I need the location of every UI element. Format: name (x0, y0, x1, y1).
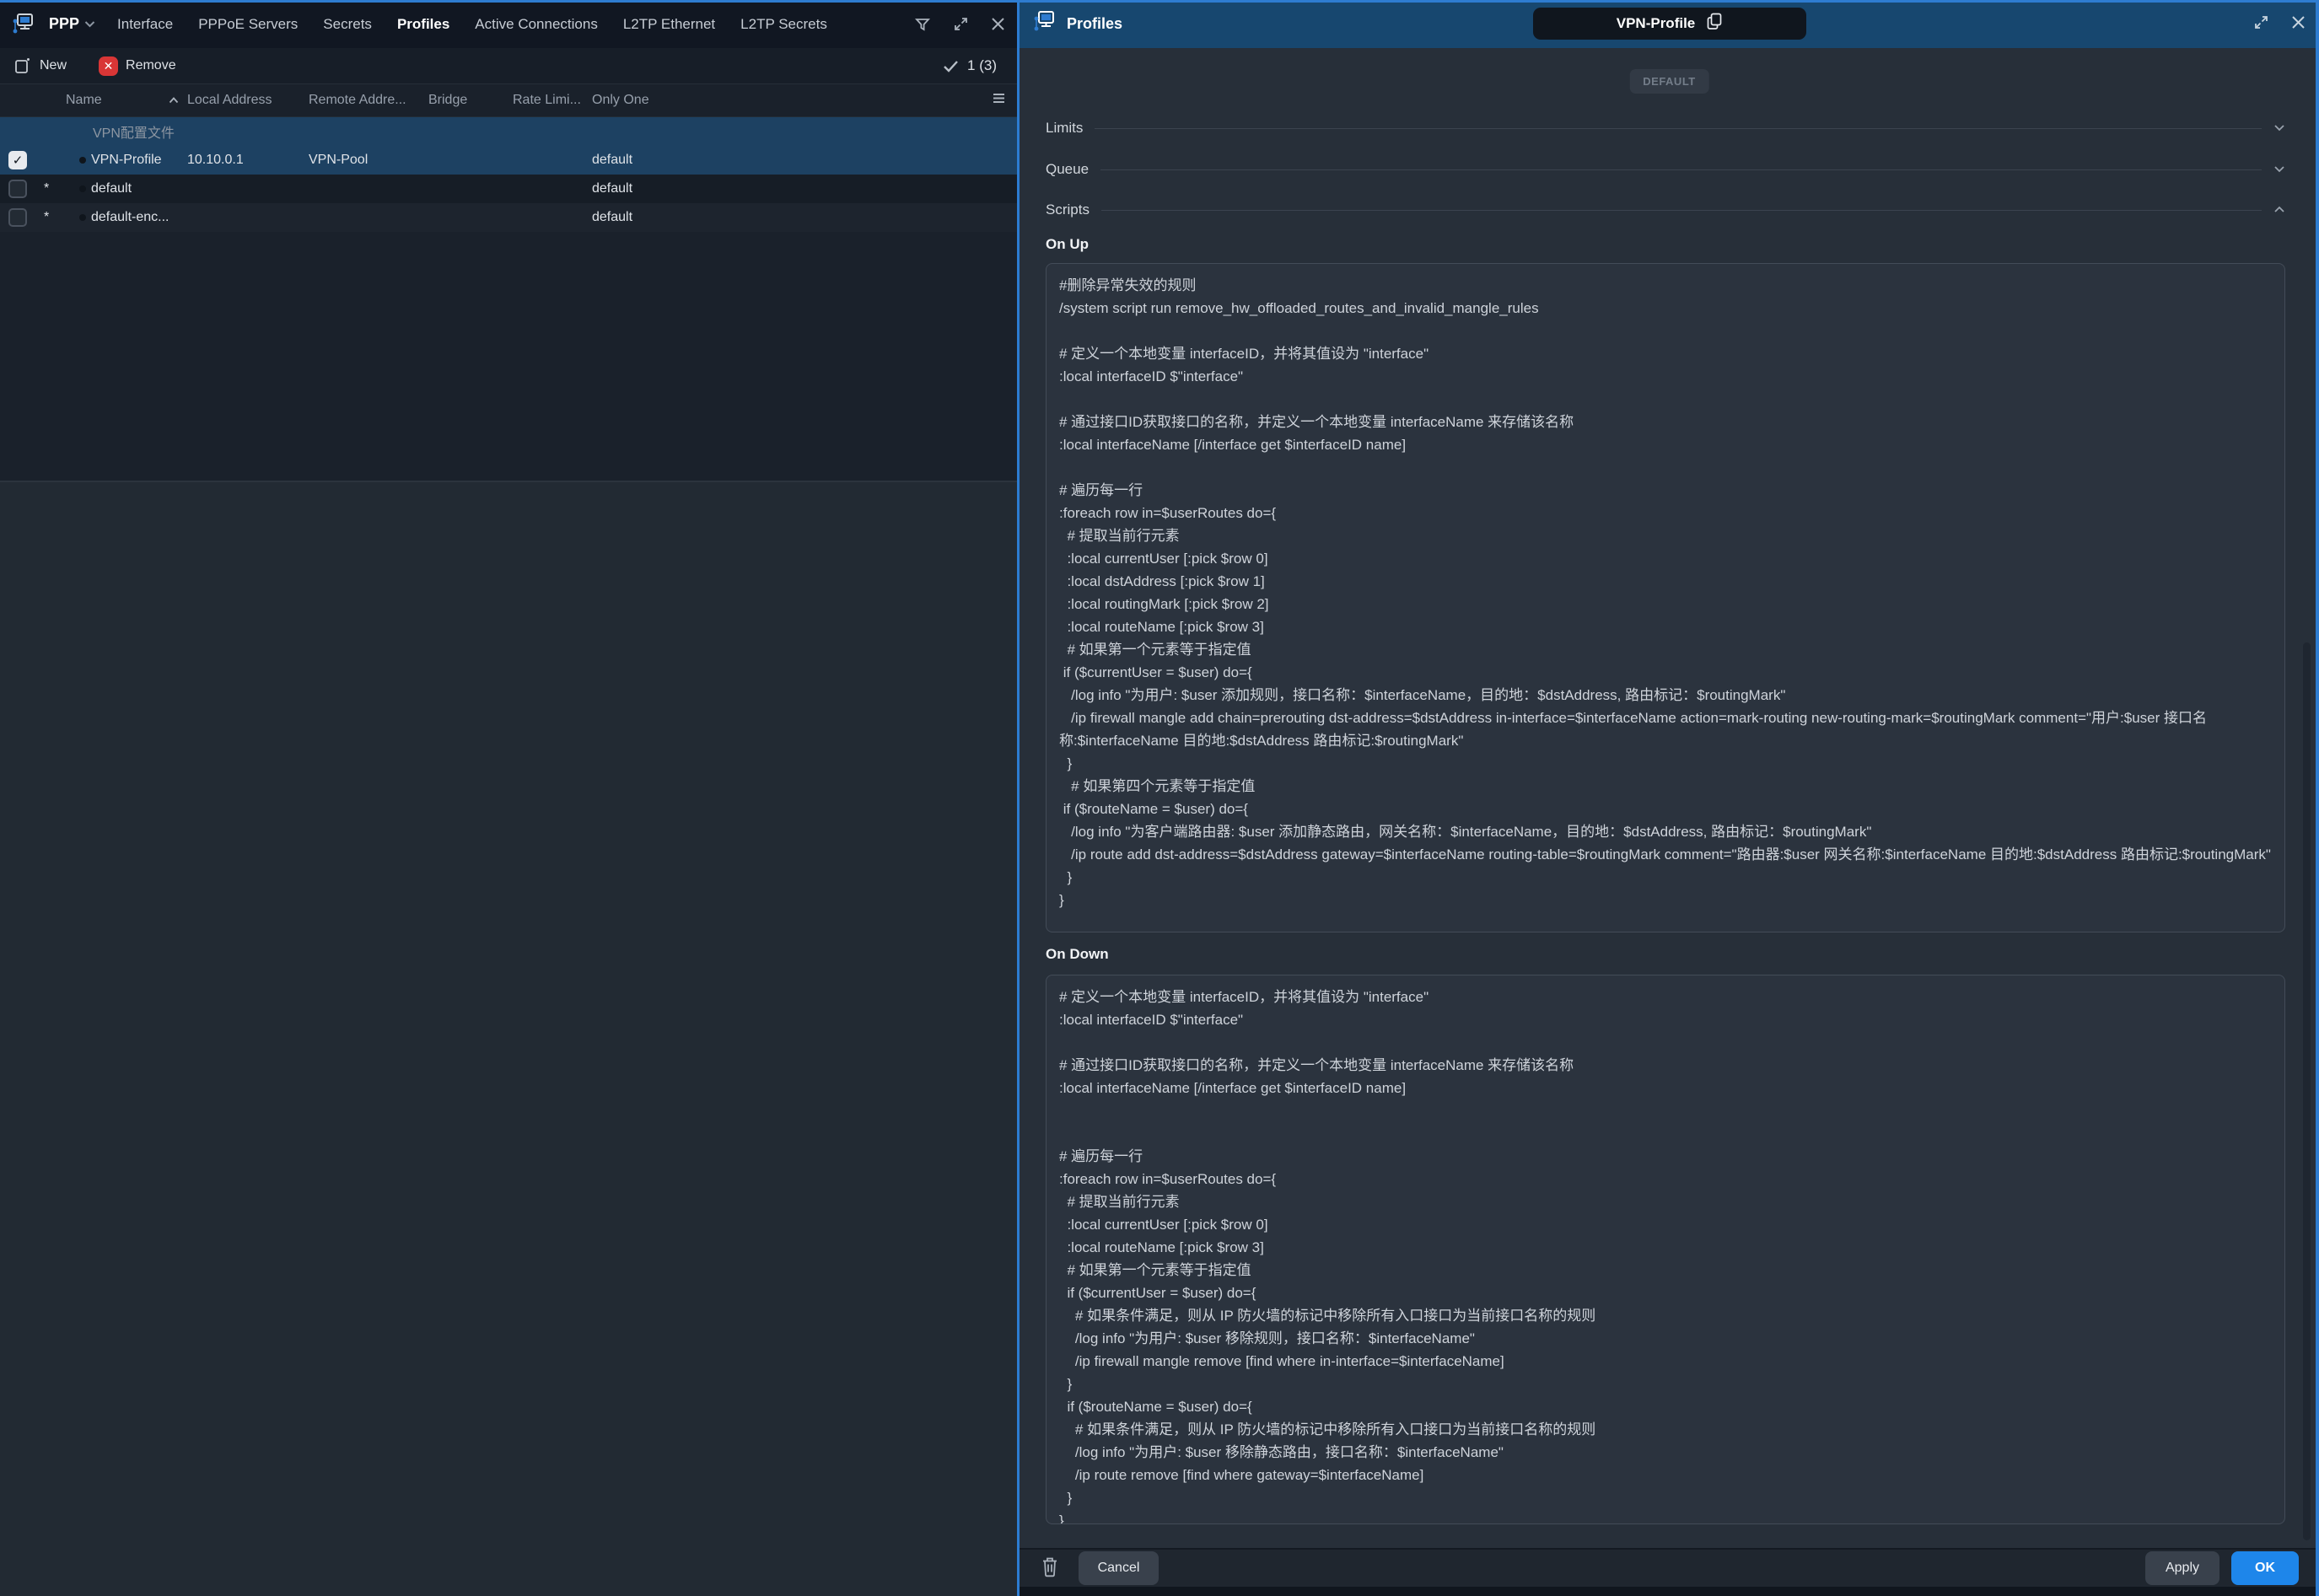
column-local-address[interactable]: Local Address (187, 93, 272, 108)
ppp-app-icon[interactable] (12, 12, 40, 37)
comment-row[interactable]: VPN配置文件 (0, 117, 1017, 146)
window-top-border (0, 0, 2319, 3)
selection-count: 1 (3) (943, 57, 997, 74)
section-divider (1101, 210, 2262, 211)
scrollbar-thumb[interactable] (2303, 642, 2311, 1540)
tab-l2tp-ethernet[interactable]: L2TP Ethernet (623, 16, 715, 33)
section-divider (1095, 128, 2262, 129)
check-icon (943, 60, 959, 73)
tab-active-connections[interactable]: Active Connections (475, 16, 598, 33)
row-checkbox-unchecked[interactable] (8, 208, 27, 227)
column-bridge[interactable]: Bridge (428, 93, 467, 108)
status-dot (79, 157, 86, 164)
list-toolbar: New ✕ Remove 1 (3) (0, 48, 1017, 84)
cancel-button[interactable]: Cancel (1079, 1551, 1159, 1585)
row-checkbox-checked[interactable]: ✓ (8, 151, 27, 169)
menu-bar: PPP Interface PPPoE Servers Secrets Prof… (0, 0, 1017, 48)
chevron-down-icon[interactable] (2273, 121, 2285, 136)
tab-pppoe-servers[interactable]: PPPoE Servers (198, 16, 298, 33)
columns-menu-icon[interactable] (993, 93, 1005, 108)
table-header-row: Name Local Address Remote Addre... Bridg… (0, 84, 1017, 117)
copy-icon[interactable] (1707, 13, 1722, 35)
on-up-label: On Up (1046, 236, 1089, 253)
table-row[interactable]: * default-enc... default (0, 203, 1017, 232)
app-window: PPP Interface PPPoE Servers Secrets Prof… (0, 0, 2319, 1596)
column-rate-limit[interactable]: Rate Limi... (513, 93, 581, 108)
detail-header: Profiles VPN-Profile (1020, 0, 2319, 48)
on-up-script-input[interactable]: #删除异常失效的规则 /system script run remove_hw_… (1046, 263, 2285, 932)
table-row[interactable]: * default default (0, 175, 1017, 203)
new-button[interactable]: New (13, 56, 67, 75)
status-dot (79, 214, 86, 221)
profiles-monitor-icon (1033, 10, 1058, 38)
tab-l2tp-secrets[interactable]: L2TP Secrets (740, 16, 827, 33)
close-icon[interactable] (2291, 15, 2306, 34)
tab-secrets[interactable]: Secrets (323, 16, 372, 33)
section-queue[interactable]: Queue (1046, 156, 2285, 183)
on-down-script-input[interactable]: # 定义一个本地变量 interfaceID，并将其值设为 "interface… (1046, 975, 2285, 1524)
entity-name-pill[interactable]: VPN-Profile (1533, 8, 1806, 40)
chevron-up-icon[interactable] (2273, 202, 2285, 218)
table-empty-area (0, 232, 1017, 481)
window-bottom-edge (1020, 1587, 2319, 1596)
remove-button[interactable]: ✕ Remove (99, 56, 176, 76)
trash-icon[interactable] (1040, 1556, 1060, 1582)
filter-icon[interactable] (914, 16, 931, 33)
apply-button[interactable]: Apply (2145, 1551, 2219, 1585)
table-row[interactable]: ✓ VPN-Profile 10.10.0.1 VPN-Pool default (0, 146, 1017, 175)
on-down-label: On Down (1046, 946, 1109, 963)
column-only-one[interactable]: Only One (592, 93, 649, 108)
detail-footer: Cancel Apply OK (1020, 1548, 2319, 1587)
window-right-border (2316, 0, 2319, 1596)
section-divider (1100, 169, 2262, 170)
profile-detail-panel: Profiles VPN-Profile (1020, 0, 2319, 1596)
detail-title: Profiles (1067, 15, 1122, 33)
row-checkbox-unchecked[interactable] (8, 180, 27, 198)
column-remote-address[interactable]: Remote Addre... (309, 93, 406, 108)
default-button[interactable]: DEFAULT (1629, 69, 1708, 94)
panel-divider (1017, 0, 1020, 1596)
remove-x-icon: ✕ (99, 56, 118, 76)
tab-profiles[interactable]: Profiles (397, 16, 449, 33)
close-icon[interactable] (991, 17, 1005, 31)
app-menu-ppp[interactable]: PPP (49, 15, 79, 33)
tab-interface[interactable]: Interface (117, 16, 173, 33)
profiles-table: New ✕ Remove 1 (3) Name Local Address Re… (0, 48, 1017, 482)
new-document-icon (13, 56, 32, 75)
profiles-list-panel: PPP Interface PPPoE Servers Secrets Prof… (0, 0, 1017, 1596)
column-name[interactable]: Name (66, 93, 102, 108)
section-limits[interactable]: Limits (1046, 115, 2285, 142)
sort-ascending-icon[interactable] (169, 93, 179, 108)
chevron-down-icon[interactable] (2273, 162, 2285, 177)
expand-icon[interactable] (953, 16, 969, 32)
status-dot (79, 185, 86, 192)
section-scripts[interactable]: Scripts (1046, 196, 2285, 223)
ok-button[interactable]: OK (2231, 1551, 2299, 1585)
expand-icon[interactable] (2253, 14, 2269, 35)
chevron-down-icon[interactable] (84, 17, 95, 32)
